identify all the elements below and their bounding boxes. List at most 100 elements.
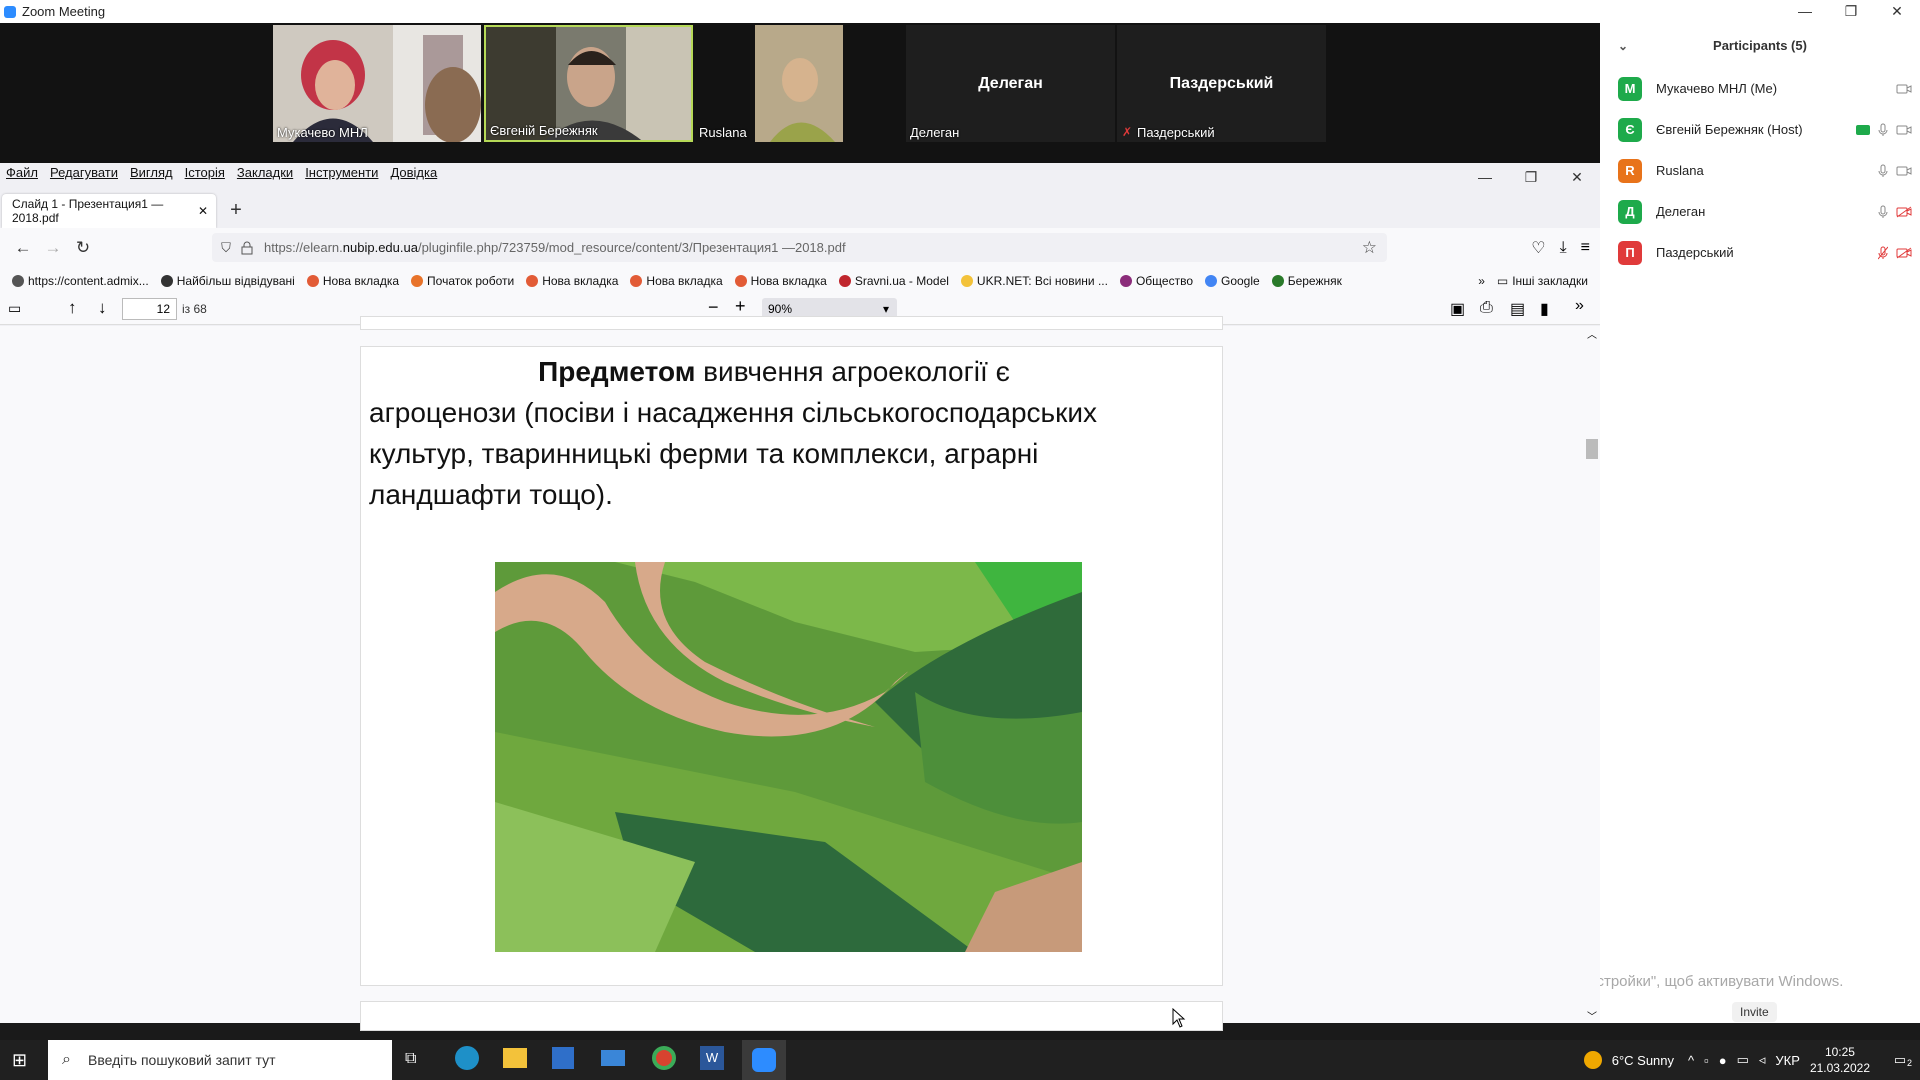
other-bookmarks-folder[interactable]: ▭ Інші закладки bbox=[1497, 274, 1588, 288]
lock-icon[interactable] bbox=[240, 241, 254, 255]
shield-icon[interactable]: ⛉ bbox=[212, 240, 240, 256]
tools-icon[interactable]: » bbox=[1575, 297, 1584, 315]
page-number-input[interactable]: 12 bbox=[122, 298, 177, 320]
reload-icon[interactable]: ↻ bbox=[68, 238, 98, 258]
previous-page-icon[interactable]: ↑ bbox=[68, 298, 77, 318]
favicon-icon bbox=[306, 274, 319, 287]
notification-icon[interactable]: ▭ 2 bbox=[1880, 1052, 1920, 1068]
bookmark-item[interactable]: UKR.NET: Всі новини ... bbox=[960, 274, 1108, 288]
sidebar-toggle-icon[interactable]: ▭ bbox=[8, 300, 21, 317]
participant-row[interactable]: П Паздерський bbox=[1600, 232, 1920, 273]
file-explorer-icon[interactable] bbox=[503, 1048, 527, 1068]
browser-restore-button[interactable]: ❐ bbox=[1508, 163, 1554, 191]
video-camera-icon[interactable] bbox=[1896, 124, 1912, 136]
participant-row[interactable]: R Ruslana bbox=[1600, 150, 1920, 191]
menu-item[interactable]: Редагувати bbox=[50, 165, 118, 180]
url-bar[interactable]: ⛉ https://elearn. nubip.edu.ua/pluginfile… bbox=[212, 233, 1387, 262]
muted-mic-icon[interactable] bbox=[1878, 246, 1888, 260]
video-tile[interactable]: Ruslana bbox=[695, 25, 843, 142]
chrome-icon[interactable] bbox=[652, 1046, 676, 1070]
store-icon[interactable] bbox=[552, 1047, 574, 1069]
windows-start-icon[interactable]: ⊞ bbox=[12, 1050, 27, 1071]
restore-button[interactable]: ❐ bbox=[1828, 0, 1874, 23]
bookmark-item[interactable]: https://content.admix... bbox=[12, 274, 149, 288]
menu-item[interactable]: Довідка bbox=[390, 165, 437, 180]
browser-close-button[interactable]: ✕ bbox=[1554, 163, 1600, 191]
menu-item[interactable]: Закладки bbox=[237, 165, 293, 180]
menu-item[interactable]: Історія bbox=[185, 165, 225, 180]
tab-pdf[interactable]: Слайд 1 - Презентация1 —2018.pdf ✕ bbox=[2, 193, 216, 228]
participant-row[interactable]: М Мукачево МНЛ (Me) bbox=[1600, 68, 1920, 109]
video-camera-icon[interactable] bbox=[1896, 165, 1912, 177]
task-view-icon[interactable]: ⧉ bbox=[405, 1050, 416, 1068]
chevron-down-icon[interactable]: ⌄ bbox=[1618, 39, 1628, 53]
next-page-icon[interactable]: ↓ bbox=[98, 298, 107, 318]
mail-icon[interactable] bbox=[601, 1050, 625, 1066]
bookmark-item[interactable]: Початок роботи bbox=[411, 274, 514, 288]
download-icon[interactable]: ⤓ bbox=[1560, 239, 1567, 257]
bookmark-item[interactable]: Общество bbox=[1119, 274, 1193, 288]
microphone-icon[interactable] bbox=[1878, 205, 1888, 219]
scroll-down-icon[interactable]: ﹀ bbox=[1587, 1008, 1597, 1023]
presentation-icon[interactable]: ▣ bbox=[1450, 299, 1465, 319]
taskbar-search[interactable]: ⌕ Введіть пошуковий запит тут bbox=[48, 1040, 392, 1080]
menu-icon[interactable]: ≡ bbox=[1581, 239, 1590, 257]
bookmark-item[interactable]: Sravni.ua - Model bbox=[838, 274, 949, 288]
bookmark-item[interactable]: Google bbox=[1205, 274, 1260, 288]
video-tile[interactable]: Мукачево МНЛ bbox=[273, 25, 481, 142]
weather-text[interactable]: 6°C Sunny bbox=[1612, 1053, 1674, 1068]
bookmarks-overflow-icon[interactable]: » bbox=[1478, 274, 1485, 288]
language-indicator[interactable]: УКР bbox=[1775, 1053, 1800, 1068]
chevron-up-icon[interactable]: ^ bbox=[1688, 1053, 1694, 1068]
zoom-out-icon[interactable]: − bbox=[708, 297, 719, 318]
video-tile[interactable]: Паздерський Паздерський ✗ bbox=[1117, 25, 1326, 142]
print-icon[interactable]: ⎙ bbox=[1480, 299, 1493, 317]
bookmark-star-icon[interactable]: ☆ bbox=[1362, 238, 1377, 258]
invite-button[interactable]: Invite bbox=[1732, 1002, 1777, 1022]
back-icon[interactable]: ← bbox=[8, 238, 38, 258]
bookmark-item[interactable]: Нова вкладка bbox=[306, 274, 399, 288]
bookmark-label: Початок роботи bbox=[427, 273, 515, 288]
bookmark-item[interactable]: Нова вкладка bbox=[630, 274, 723, 288]
participant-row[interactable]: Д Делеган bbox=[1600, 191, 1920, 232]
video-off-icon[interactable] bbox=[1896, 206, 1912, 218]
folder-icon: ▭ bbox=[1496, 273, 1509, 288]
microphone-icon[interactable]: ● bbox=[1719, 1053, 1727, 1068]
microphone-icon[interactable] bbox=[1878, 164, 1888, 178]
forward-icon[interactable]: → bbox=[38, 238, 68, 258]
menu-item[interactable]: Інструменти bbox=[305, 165, 378, 180]
save-icon[interactable]: ▤ bbox=[1510, 299, 1525, 319]
bookmark-item[interactable]: Бережняк bbox=[1271, 274, 1342, 288]
zoom-taskbar-button[interactable] bbox=[742, 1040, 786, 1080]
menu-item[interactable]: Вигляд bbox=[130, 165, 173, 180]
bookmark-item[interactable]: Нова вкладка bbox=[734, 274, 827, 288]
bookmark-item[interactable]: Нова вкладка bbox=[526, 274, 618, 288]
microphone-icon[interactable] bbox=[1878, 123, 1888, 137]
bookmark-item[interactable]: Найбільш відвідувані bbox=[160, 274, 295, 288]
zoom-in-icon[interactable]: + bbox=[735, 296, 746, 317]
pdf-viewer[interactable]: Предметом вивчення агроекології є агроце… bbox=[0, 316, 1600, 1031]
participant-row[interactable]: Є Євгеній Бережняк (Host) bbox=[1600, 109, 1920, 150]
video-tile[interactable]: Делеган Делеган bbox=[906, 25, 1115, 142]
close-tab-icon[interactable]: ✕ bbox=[198, 204, 208, 218]
new-tab-button[interactable]: + bbox=[216, 199, 256, 222]
tray-app-icon[interactable]: ▫ bbox=[1704, 1053, 1709, 1068]
word-icon[interactable]: W bbox=[700, 1046, 724, 1070]
bookmark-icon[interactable]: ▮ bbox=[1540, 299, 1549, 319]
pdf-scrollbar[interactable]: ︿ ﹀ bbox=[1584, 326, 1600, 1023]
scroll-up-icon[interactable]: ︿ bbox=[1587, 326, 1597, 341]
video-camera-icon[interactable] bbox=[1896, 83, 1912, 95]
clock[interactable]: 10:25 21.03.2022 bbox=[1810, 1044, 1870, 1076]
pocket-icon[interactable]: ♡ bbox=[1531, 238, 1545, 258]
network-icon[interactable]: ▭ bbox=[1737, 1052, 1749, 1068]
video-tile-active[interactable]: Євгеній Бережняк bbox=[484, 25, 693, 142]
minimize-button[interactable]: — bbox=[1782, 0, 1828, 23]
close-button[interactable]: ✕ bbox=[1874, 0, 1920, 23]
weather-sun-icon[interactable] bbox=[1583, 1051, 1602, 1069]
scroll-thumb[interactable] bbox=[1586, 439, 1598, 459]
menu-item[interactable]: Файл bbox=[6, 165, 38, 180]
browser-minimize-button[interactable]: — bbox=[1462, 163, 1508, 191]
volume-icon[interactable]: ◃ bbox=[1759, 1052, 1766, 1068]
edge-icon[interactable] bbox=[455, 1046, 479, 1070]
video-off-icon[interactable] bbox=[1896, 247, 1912, 259]
